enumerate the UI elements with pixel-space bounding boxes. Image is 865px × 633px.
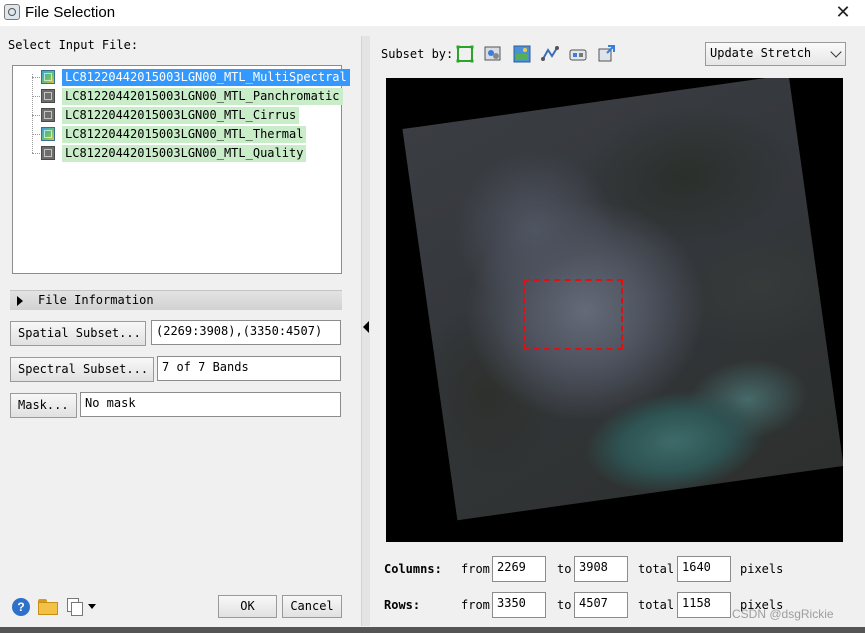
spectral-subset-value: 7 of 7 Bands — [157, 356, 341, 381]
rows-from-label: from — [461, 598, 490, 612]
rows-label: Rows: — [384, 598, 421, 612]
rows-from-input[interactable]: 3350 — [492, 592, 546, 618]
grayscale-raster-icon — [41, 146, 55, 160]
stretch-dropdown[interactable]: Update Stretch — [705, 42, 846, 66]
stretch-dropdown-value: Update Stretch — [710, 46, 812, 60]
chevron-down-icon — [830, 46, 842, 58]
rectangle-subset-icon[interactable] — [455, 44, 475, 64]
columns-total-input[interactable]: 1640 — [677, 556, 731, 582]
columns-to-label: to — [557, 562, 572, 576]
rows-total-input[interactable]: 1158 — [677, 592, 731, 618]
cancel-button[interactable]: Cancel — [282, 595, 342, 618]
file-label: LC81220442015003LGN00_MTL_Panchromatic — [62, 88, 343, 105]
subset-selection-box[interactable] — [523, 279, 623, 350]
file-label: LC81220442015003LGN00_MTL_Quality — [62, 145, 307, 162]
select-input-file-label: Select Input File: — [8, 38, 139, 52]
image-subset-icon[interactable] — [483, 44, 503, 64]
file-information-label: File Information — [38, 293, 154, 307]
view-subset-icon[interactable] — [596, 44, 616, 64]
expand-arrow-icon — [17, 296, 23, 306]
file-subset-icon[interactable] — [512, 44, 532, 64]
background-strip — [0, 627, 865, 633]
file-label: LC81220442015003LGN00_MTL_MultiSpectral — [62, 69, 350, 86]
columns-from-label: from — [461, 562, 490, 576]
app-icon — [4, 4, 20, 20]
collapse-arrow-icon — [363, 321, 369, 333]
spatial-subset-button[interactable]: Spatial Subset... — [10, 321, 146, 346]
subset-by-label: Subset by: — [381, 47, 454, 61]
roi-subset-icon[interactable] — [568, 44, 588, 64]
help-icon[interactable]: ? — [12, 598, 30, 616]
file-label: LC81220442015003LGN00_MTL_Thermal — [62, 126, 307, 143]
file-information-expander[interactable]: File Information — [10, 290, 342, 310]
watermark: CSDN @dsgRickie — [732, 607, 834, 621]
multispectral-raster-icon — [41, 127, 55, 141]
columns-total-label: total — [638, 562, 675, 576]
title-bar: File Selection ✕ — [0, 0, 865, 26]
panel-splitter[interactable] — [361, 36, 370, 626]
grayscale-raster-icon — [41, 108, 55, 122]
rows-to-label: to — [557, 598, 572, 612]
vector-subset-icon[interactable] — [540, 44, 560, 64]
window-title: File Selection — [25, 4, 116, 21]
file-label: LC81220442015003LGN00_MTL_Cirrus — [62, 107, 300, 124]
grayscale-raster-icon — [41, 89, 55, 103]
columns-to-input[interactable]: 3908 — [574, 556, 628, 582]
mask-value: No mask — [80, 392, 341, 417]
chevron-down-icon — [88, 604, 96, 609]
close-icon[interactable]: ✕ — [832, 2, 854, 22]
columns-pixels-label: pixels — [740, 562, 784, 576]
rows-to-input[interactable]: 4507 — [574, 592, 628, 618]
columns-from-input[interactable]: 2269 — [492, 556, 546, 582]
tree-connector — [32, 74, 33, 153]
ok-button[interactable]: OK — [218, 595, 277, 618]
columns-label: Columns: — [384, 562, 442, 576]
image-preview[interactable] — [386, 78, 843, 542]
file-selection-dialog: File Selection ✕ Select Input File: LC81… — [0, 0, 865, 627]
mask-button[interactable]: Mask... — [10, 393, 77, 418]
rows-total-label: total — [638, 598, 675, 612]
spatial-subset-value: (2269:3908),(3350:4507) — [151, 320, 341, 345]
multispectral-raster-icon — [41, 70, 55, 84]
open-folder-icon[interactable] — [38, 599, 58, 615]
spectral-subset-button[interactable]: Spectral Subset... — [10, 357, 154, 382]
multi-file-dropdown-icon[interactable] — [67, 598, 97, 616]
input-file-list[interactable]: LC81220442015003LGN00_MTL_MultiSpectral … — [12, 65, 350, 274]
